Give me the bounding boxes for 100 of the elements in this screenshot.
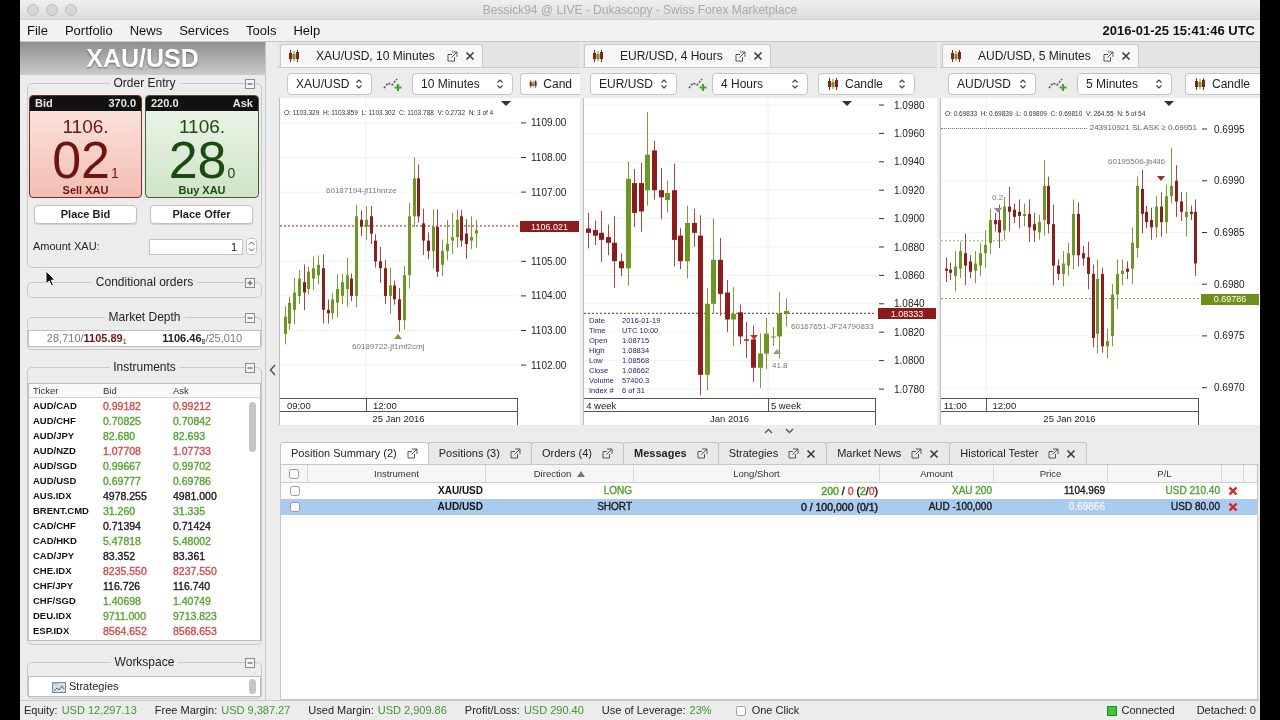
menu-item[interactable]: Help: [293, 22, 321, 39]
close-icon[interactable]: [752, 51, 763, 61]
metric-value: USD 9,387.27: [221, 704, 291, 717]
ticker-cell-text: DEU.IDX: [32, 609, 73, 622]
popout-icon[interactable]: [446, 50, 458, 62]
candle: [1028, 198, 1031, 243]
menu-item[interactable]: Tools: [246, 22, 277, 39]
chart-tab[interactable]: XAU/USD, 10 Minutes: [280, 44, 483, 67]
popout-icon[interactable]: [734, 50, 746, 62]
instrument-select[interactable]: EUR/USD: [590, 73, 677, 95]
popout-icon[interactable]: [406, 448, 418, 459]
period-select[interactable]: 5 Minutes: [1077, 73, 1172, 95]
popout-icon[interactable]: [509, 448, 521, 459]
scrollbar-thumb[interactable]: [249, 402, 256, 452]
add-indicator-icon[interactable]: [1048, 76, 1068, 92]
delete-icon[interactable]: [1228, 486, 1238, 496]
ticker-cell-text: AUD/NZD: [32, 444, 77, 457]
candle: [1150, 207, 1153, 241]
popout-icon[interactable]: [911, 448, 923, 459]
scroll-marker-icon[interactable]: [842, 101, 852, 106]
chevron-down-icon[interactable]: [785, 428, 794, 434]
popout-icon[interactable]: [1102, 50, 1114, 62]
close-icon[interactable]: [806, 448, 817, 459]
bid-cell-text: 4978.255: [102, 489, 148, 502]
buy-price-panel[interactable]: 220.0 Ask 1106. 28 0 Buy XAU: [145, 95, 259, 198]
candle: [403, 265, 406, 330]
popout-icon[interactable]: [1048, 448, 1060, 459]
close-icon[interactable]: [1120, 51, 1131, 61]
collapse-icon[interactable]: [245, 313, 255, 323]
collapse-icon[interactable]: [245, 79, 255, 89]
row-checkbox[interactable]: [289, 502, 300, 512]
close-icon[interactable]: [929, 448, 940, 459]
popout-icon[interactable]: [602, 448, 614, 459]
metric-label: Equity:: [24, 704, 58, 717]
detached-count: Detached: 0: [1196, 704, 1256, 717]
chevron-left-icon[interactable]: [268, 364, 276, 376]
column-header[interactable]: Amount: [880, 465, 994, 482]
column-header[interactable]: Long/Short: [634, 465, 880, 482]
close-icon[interactable]: [464, 51, 475, 61]
time-axis-label: 09:00: [286, 400, 311, 411]
candle: [360, 210, 363, 237]
one-click-checkbox[interactable]: [735, 705, 746, 716]
scroll-marker-icon[interactable]: [501, 101, 511, 106]
direction-cell-text: SHORT: [596, 501, 633, 513]
ask-cell-text: 83.361: [172, 549, 207, 562]
panel-tab[interactable]: Historical Tester: [949, 442, 1088, 464]
select-all-checkbox[interactable]: [289, 468, 299, 479]
tree-item[interactable]: Strategies: [52, 680, 119, 693]
add-indicator-icon[interactable]: [383, 76, 403, 92]
chevron-up-icon[interactable]: [764, 428, 773, 434]
menu-item[interactable]: News: [129, 22, 163, 39]
column-header[interactable]: P/L: [1108, 465, 1222, 482]
column-header[interactable]: Bid: [99, 384, 169, 397]
price-axis-label: 1.0840: [894, 299, 925, 309]
place-order-button[interactable]: Place Offer: [150, 205, 253, 224]
table-row[interactable]: AUD/USD SHORT 0 / 100,000 (0/1) AUD -100,000 0.69866 USD 80.00: [281, 499, 1257, 515]
row-checkbox[interactable]: [289, 486, 300, 496]
amount-input[interactable]: 1: [149, 238, 243, 255]
metric-value: USD 290.40: [523, 704, 584, 717]
instrument-select[interactable]: XAU/USD: [287, 73, 372, 95]
collapse-icon[interactable]: [245, 363, 255, 373]
instrument-select[interactable]: AUD/USD: [948, 73, 1036, 95]
chart-type-select[interactable]: Candle: [818, 73, 915, 95]
menu-item[interactable]: Portfolio: [64, 22, 113, 39]
chart-tab[interactable]: EUR/USD, 4 Hours: [584, 44, 771, 67]
column-header[interactable]: Direction: [486, 465, 634, 482]
metric-value: USD 2,909.86: [377, 704, 447, 717]
add-indicator-icon[interactable]: [688, 76, 708, 92]
chart-type-select[interactable]: Cand: [520, 73, 580, 95]
chart-type-select[interactable]: Candle: [1185, 73, 1260, 95]
scroll-marker-icon[interactable]: [1164, 101, 1174, 106]
column-header[interactable]: Price: [994, 465, 1108, 482]
scrollbar-thumb[interactable]: [249, 679, 256, 694]
period-select[interactable]: 4 Hours: [712, 73, 808, 95]
metric-value: USD 12,297.13: [61, 704, 137, 717]
candle: [384, 259, 387, 305]
bid-cell-text: 8235.550: [102, 564, 148, 577]
price-bars-icon: [950, 50, 962, 62]
panel-tab[interactable]: Position Summary (2): [280, 442, 429, 464]
spinner-icon[interactable]: [246, 238, 257, 255]
column-header[interactable]: Ticker: [29, 384, 99, 397]
popout-icon[interactable]: [696, 448, 708, 459]
caret-icon: [355, 78, 363, 90]
chart-tab[interactable]: AUD/USD, 5 Minutes: [942, 44, 1139, 67]
popout-icon[interactable]: [788, 448, 800, 459]
menu-item[interactable]: Services: [179, 22, 230, 39]
trade-marker-icon: [773, 349, 781, 354]
menu-item[interactable]: File: [27, 22, 48, 39]
place-order-button[interactable]: Place Bid: [34, 205, 137, 224]
ask-cell-text: 1.40749: [172, 594, 212, 607]
collapse-icon[interactable]: [245, 658, 255, 668]
candle: [470, 215, 473, 250]
period-select[interactable]: 10 Minutes: [412, 73, 513, 95]
column-header[interactable]: Ask: [169, 384, 239, 397]
delete-icon[interactable]: [1228, 502, 1238, 512]
sell-price-panel[interactable]: Bid 370.0 1106. 02 1 Sell XAU: [29, 95, 142, 198]
close-icon[interactable]: [1066, 448, 1077, 459]
expand-icon[interactable]: [245, 278, 255, 288]
candle: [475, 219, 478, 249]
column-header[interactable]: Instrument: [308, 465, 486, 482]
